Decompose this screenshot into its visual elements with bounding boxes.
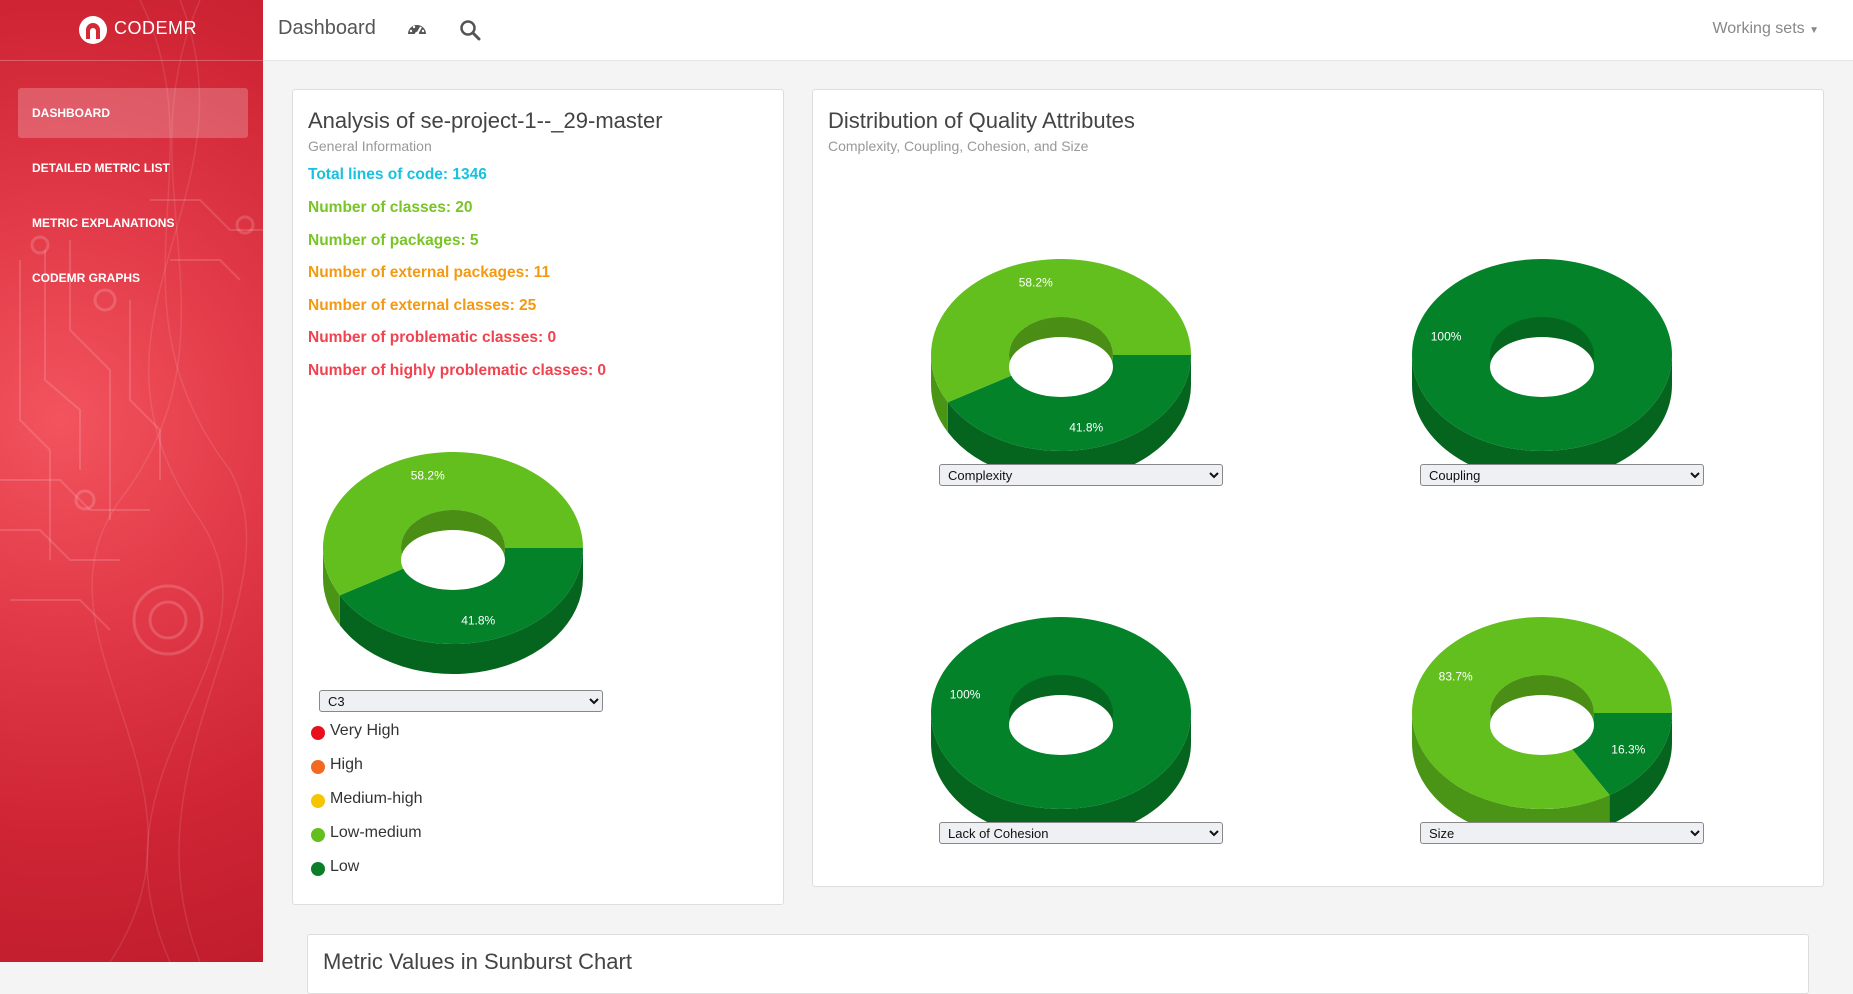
analysis-subtitle: General Information — [308, 138, 432, 154]
sidebar-item-codemr-graphs[interactable]: CODEMR GRAPHS — [18, 253, 248, 303]
codemr-logo-icon — [79, 16, 107, 44]
donut-data-label: 41.8% — [461, 614, 495, 628]
legend-dot-icon — [311, 726, 325, 740]
c3-metric-select[interactable]: C3 — [319, 690, 603, 712]
donut-data-label: 16.3% — [1611, 743, 1645, 757]
complexity-donut-chart: 41.8% 58.2% — [931, 259, 1191, 482]
donut-data-label: 100% — [1431, 329, 1462, 343]
donut-hole — [1009, 695, 1113, 755]
sunburst-card: Metric Values in Sunburst Chart — [307, 934, 1809, 994]
stat-highly-problematic-classes: Number of highly problematic classes: 0 — [308, 362, 607, 379]
legend-label: Very High — [330, 722, 400, 739]
sidebar-item-dashboard[interactable]: DASHBOARD — [18, 88, 248, 138]
analysis-title: Analysis of se-project-1--_29-master — [308, 108, 663, 133]
brand[interactable]: CODEMR — [0, 0, 263, 61]
stat-external-classes: Number of external classes: 25 — [308, 297, 537, 314]
stat-packages: Number of packages: 5 — [308, 232, 479, 249]
stat-problematic-classes: Number of problematic classes: 0 — [308, 329, 557, 346]
legend-dot-icon — [311, 760, 325, 774]
legend-label: High — [330, 756, 363, 773]
c3-donut-chart: 41.8% 58.2% — [323, 452, 583, 675]
donut-hole — [1009, 337, 1113, 397]
coupling-donut-chart: 100% — [1412, 259, 1672, 481]
legend-dot-icon — [311, 794, 325, 808]
size-select[interactable]: Size — [1420, 822, 1704, 844]
brand-name: CODEMR — [114, 18, 197, 38]
donut-hole — [1490, 337, 1594, 397]
legend-dot-icon — [311, 862, 325, 876]
stat-total-lines: Total lines of code: 1346 — [308, 166, 487, 183]
legend-label: Low — [330, 858, 360, 875]
search-icon[interactable] — [459, 19, 481, 41]
analysis-card: Analysis of se-project-1--_29-master Gen… — [292, 89, 784, 905]
distribution-subtitle: Complexity, Coupling, Cohesion, and Size — [828, 138, 1089, 154]
sidebar-item-detailed-metric-list[interactable]: DETAILED METRIC LIST — [18, 143, 248, 193]
coupling-select[interactable]: Coupling — [1420, 464, 1704, 486]
lack-of-cohesion-select[interactable]: Lack of Cohesion — [939, 822, 1223, 844]
complexity-select[interactable]: Complexity — [939, 464, 1223, 486]
distribution-card: Distribution of Quality Attributes Compl… — [812, 89, 1824, 887]
donut-data-label: 83.7% — [1439, 669, 1473, 683]
sidebar: CODEMR DASHBOARD DETAILED METRIC LIST ME… — [0, 0, 263, 962]
page-title: Dashboard — [278, 17, 376, 39]
top-navbar: Dashboard Working sets ▼ — [263, 0, 1853, 61]
sidebar-item-metric-explanations[interactable]: METRIC EXPLANATIONS — [18, 198, 248, 248]
donut-data-label: 58.2% — [1019, 275, 1053, 289]
legend-label: Low-medium — [330, 824, 422, 841]
distribution-title: Distribution of Quality Attributes — [828, 108, 1135, 133]
donut-data-label: 41.8% — [1069, 421, 1103, 435]
sunburst-title: Metric Values in Sunburst Chart — [323, 949, 632, 974]
working-sets-label: Working sets — [1712, 20, 1805, 37]
size-donut-chart: 16.3% 83.7% — [1412, 617, 1672, 839]
donut-hole — [401, 530, 505, 590]
gauge-icon[interactable] — [406, 19, 428, 41]
donut-data-label: 58.2% — [411, 468, 445, 482]
stat-classes: Number of classes: 20 — [308, 199, 473, 216]
donut-hole — [1490, 695, 1594, 755]
donut-data-label: 100% — [950, 687, 981, 701]
legend-label: Medium-high — [330, 790, 423, 807]
working-sets-dropdown[interactable]: Working sets ▼ — [1712, 20, 1819, 38]
stat-external-packages: Number of external packages: 11 — [308, 264, 551, 281]
lack-of-cohesion-donut-chart: 100% — [931, 617, 1191, 839]
legend-dot-icon — [311, 828, 325, 842]
caret-down-icon: ▼ — [1809, 25, 1819, 36]
